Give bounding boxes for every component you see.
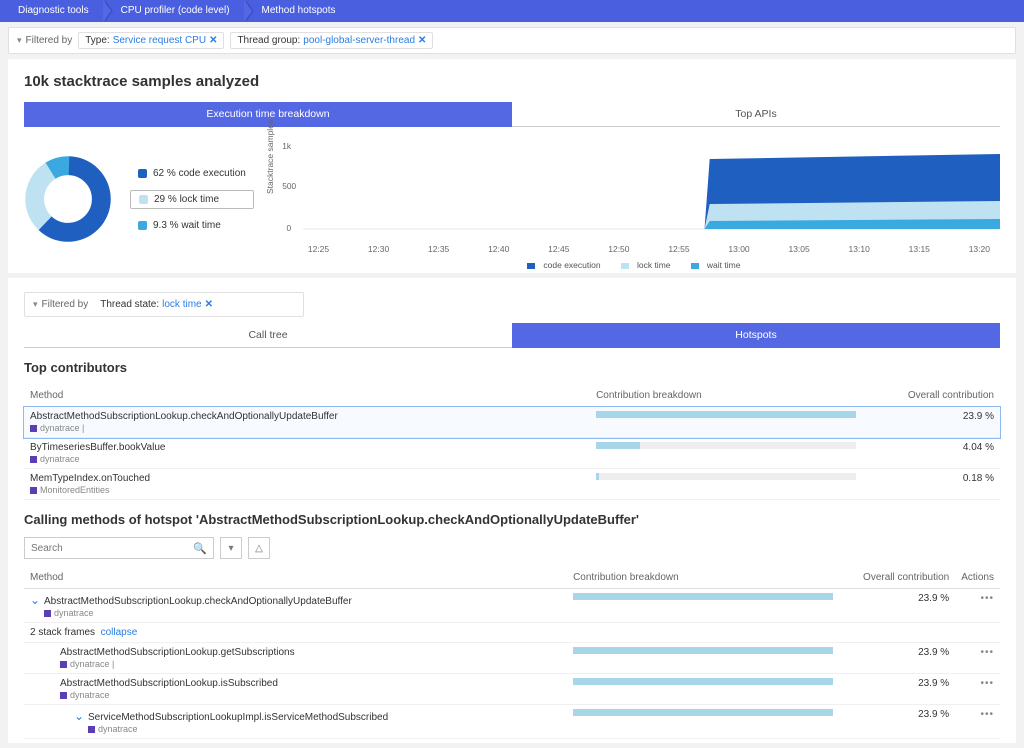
search-input[interactable]: 🔍	[24, 537, 214, 559]
table-row[interactable]: ByTimeseriesBuffer.bookValuedynatrace 4.…	[24, 438, 1000, 469]
col-contribution[interactable]: Overall contribution	[863, 385, 1000, 407]
col-contribution[interactable]: Overall contribution	[839, 567, 955, 589]
contribution-bar	[573, 647, 833, 654]
table-row[interactable]: AbstractMethodSubscriptionLookup.checkAn…	[24, 407, 1000, 438]
hotspots-section: Filtered by Thread state: lock time ✕ Ca…	[8, 278, 1016, 743]
search-field[interactable]	[31, 543, 193, 554]
top-contributors-title: Top contributors	[24, 360, 1000, 375]
table-row[interactable]: MemTypeIndex.onTouchedMonitoredEntities …	[24, 469, 1000, 500]
chart-x-ticks: 12:2512:3012:3512:4012:4512:5012:5513:00…	[274, 242, 1000, 254]
svg-text:500: 500	[282, 182, 296, 191]
filter-chip-type[interactable]: Type: Service request CPU ✕	[78, 32, 224, 49]
tab-top-apis[interactable]: Top APIs	[512, 102, 1000, 127]
package-icon	[60, 661, 67, 668]
breadcrumb: Diagnostic tools CPU profiler (code leve…	[0, 0, 1024, 22]
filter-bar-main: Filtered by Type: Service request CPU ✕ …	[8, 27, 1016, 54]
package-icon	[30, 487, 37, 494]
page-title: 10k stacktrace samples analyzed	[24, 73, 1000, 90]
sort-icon[interactable]: △	[248, 537, 270, 559]
tab-call-tree[interactable]: Call tree	[24, 323, 512, 348]
stack-frames-row: 2 stack frames collapse	[24, 623, 1000, 643]
actions-menu-icon[interactable]: •••	[980, 678, 994, 689]
filter-chip-thread-state[interactable]: Thread state: lock time ✕	[94, 297, 219, 312]
chevron-down-icon[interactable]: ⌄	[74, 709, 84, 723]
funnel-icon	[17, 35, 22, 46]
filter-bar-thread-state: Filtered by Thread state: lock time ✕	[24, 292, 304, 317]
svg-text:1k: 1k	[282, 142, 292, 151]
chart-legend: code execution lock time wait time	[274, 260, 1000, 270]
col-method[interactable]: Method	[24, 385, 590, 407]
contribution-bar	[573, 593, 833, 600]
view-tabs: Call tree Hotspots	[24, 323, 1000, 348]
col-actions[interactable]: Actions	[955, 567, 1000, 589]
col-breakdown[interactable]: Contribution breakdown	[590, 385, 863, 407]
filter-label: Filtered by	[33, 299, 88, 310]
contribution-bar	[596, 473, 856, 480]
contribution-bar	[573, 678, 833, 685]
col-method[interactable]: Method	[24, 567, 567, 589]
table-row[interactable]: AbstractMethodSubscriptionLookup.getSubs…	[24, 643, 1000, 674]
tab-hotspots[interactable]: Hotspots	[512, 323, 1000, 348]
collapse-link[interactable]: collapse	[101, 627, 138, 638]
timeline-chart[interactable]: Stacktrace samples 1k 500 0 12:2512:3012…	[274, 139, 1000, 259]
filter-icon[interactable]: ▾	[220, 537, 242, 559]
funnel-icon	[33, 299, 38, 310]
legend-lock[interactable]: 29 % lock time	[130, 190, 254, 209]
search-icon[interactable]: 🔍	[193, 542, 207, 555]
table-row[interactable]: ⌄AbstractMethodSubscriptionLookup.checkA…	[24, 589, 1000, 623]
actions-menu-icon[interactable]: •••	[980, 647, 994, 658]
donut-legend: 62 % code execution 29 % lock time 9.3 %…	[130, 165, 254, 234]
table-row[interactable]: AbstractMethodSubscriptionLookup.isSubsc…	[24, 674, 1000, 705]
contribution-bar	[596, 411, 856, 418]
svg-text:0: 0	[286, 224, 291, 233]
package-icon	[88, 726, 95, 733]
crumb-hotspots[interactable]: Method hotspots	[244, 0, 350, 22]
package-icon	[30, 425, 37, 432]
package-icon	[60, 692, 67, 699]
calling-methods-table: Method Contribution breakdown Overall co…	[24, 567, 1000, 739]
filter-chip-threadgroup[interactable]: Thread group: pool-global-server-thread …	[230, 32, 433, 49]
col-breakdown[interactable]: Contribution breakdown	[567, 567, 839, 589]
legend-code[interactable]: 62 % code execution	[130, 165, 254, 182]
crumb-diagnostic[interactable]: Diagnostic tools	[0, 0, 103, 22]
breakdown-tabs: Execution time breakdown Top APIs	[24, 102, 1000, 127]
crumb-profiler[interactable]: CPU profiler (code level)	[103, 0, 244, 22]
filter-label: Filtered by	[17, 35, 72, 46]
donut-chart[interactable]	[24, 155, 112, 243]
remove-filter-icon[interactable]: ✕	[209, 35, 217, 46]
remove-filter-icon[interactable]: ✕	[205, 299, 213, 310]
top-contributors-table: Method Contribution breakdown Overall co…	[24, 385, 1000, 500]
remove-filter-icon[interactable]: ✕	[418, 35, 426, 46]
chart-y-label: Stacktrace samples	[265, 120, 275, 194]
table-row[interactable]: ⌄ServiceMethodSubscriptionLookupImpl.isS…	[24, 705, 1000, 739]
actions-menu-icon[interactable]: •••	[980, 593, 994, 604]
package-icon	[30, 456, 37, 463]
calling-methods-title: Calling methods of hotspot 'AbstractMeth…	[24, 512, 1000, 527]
samples-section: 10k stacktrace samples analyzed Executio…	[8, 59, 1016, 273]
actions-menu-icon[interactable]: •••	[980, 709, 994, 720]
contribution-bar	[596, 442, 856, 449]
package-icon	[44, 610, 51, 617]
chevron-down-icon[interactable]: ⌄	[30, 593, 40, 607]
legend-wait[interactable]: 9.3 % wait time	[130, 217, 254, 234]
